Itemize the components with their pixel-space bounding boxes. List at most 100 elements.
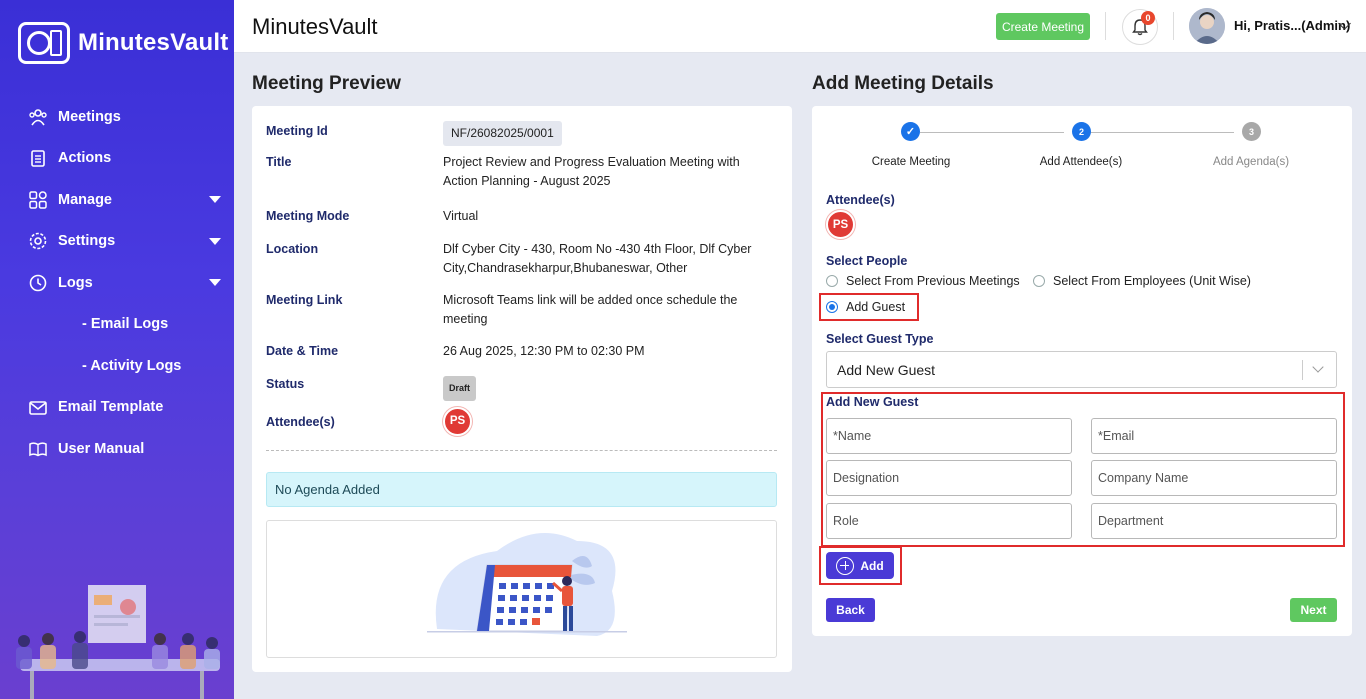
chevron-down-icon xyxy=(209,196,221,203)
guest-type-select[interactable]: Add New Guest xyxy=(826,351,1337,388)
user-name[interactable]: Hi, Pratis...(Admin) xyxy=(1234,18,1350,33)
header-divider xyxy=(1105,12,1106,40)
sidebar-item-email-logs[interactable]: - Email Logs xyxy=(0,304,234,346)
chevron-down-icon xyxy=(209,279,221,286)
book-icon xyxy=(28,439,48,459)
users-icon xyxy=(28,107,48,127)
top-header: MinutesVault Create Meeting 0 Hi, Pratis… xyxy=(234,0,1366,53)
step-connector xyxy=(920,132,1064,133)
notifications-button[interactable]: 0 xyxy=(1122,9,1158,45)
add-new-guest-label: Add New Guest xyxy=(826,395,919,409)
radio-button[interactable] xyxy=(826,275,838,287)
chevron-down-icon xyxy=(209,237,221,245)
app-title: MinutesVault xyxy=(252,14,378,39)
radio-previous-meetings[interactable]: Select From Previous Meetings xyxy=(826,274,1020,288)
sidebar-nav: Meetings Actions Manage Settings Logs - … xyxy=(0,96,234,470)
attendee-avatar[interactable]: PS xyxy=(443,407,472,436)
select-people-label: Select People xyxy=(826,254,908,268)
step-connector xyxy=(1090,132,1234,133)
radio-employees-unit-wise[interactable]: Select From Employees (Unit Wise) xyxy=(1033,274,1251,288)
mail-icon xyxy=(28,397,48,417)
guest-company-input[interactable] xyxy=(1091,460,1337,496)
location-value: Dlf Cyber City - 430, Room No -430 4th F… xyxy=(443,242,752,275)
divider xyxy=(266,450,777,451)
sidebar-item-label: Actions xyxy=(58,150,112,167)
attendee-avatar[interactable]: PS xyxy=(826,210,855,239)
notification-count-badge: 0 xyxy=(1141,11,1155,25)
next-button[interactable]: Next xyxy=(1290,598,1337,622)
title-value: Project Review and Progress Evaluation M… xyxy=(443,155,740,188)
sidebar-item-actions[interactable]: Actions xyxy=(0,138,234,180)
sidebar-item-label: Meetings xyxy=(58,108,121,125)
clipboard-icon xyxy=(28,148,48,168)
meeting-link-value: Microsoft Teams link will be added once … xyxy=(443,293,738,326)
radio-label: Select From Employees (Unit Wise) xyxy=(1053,274,1251,288)
add-meeting-details-title: Add Meeting Details xyxy=(812,73,994,94)
guest-type-label: Select Guest Type xyxy=(826,332,934,346)
select-separator xyxy=(1302,360,1303,380)
location-label: Location xyxy=(266,242,319,256)
no-agenda-alert: No Agenda Added xyxy=(266,472,777,507)
step-1-marker[interactable]: ✓ xyxy=(901,122,920,141)
step-3-marker[interactable]: 3 xyxy=(1242,122,1261,141)
brand-logo-icon xyxy=(18,22,70,64)
sidebar-item-label: Settings xyxy=(58,233,116,250)
step-1-label: Create Meeting xyxy=(871,156,951,168)
chevron-down-icon xyxy=(1312,361,1324,373)
radio-add-guest[interactable]: Add Guest xyxy=(826,300,905,314)
sidebar-item-label: - Activity Logs xyxy=(82,357,182,374)
meeting-illustration xyxy=(0,579,234,699)
sidebar-item-label: Manage xyxy=(58,191,112,208)
attendees-label: Attendee(s) xyxy=(266,415,335,429)
header-divider xyxy=(1173,12,1174,40)
sidebar-item-user-manual[interactable]: User Manual xyxy=(0,428,234,470)
guest-email-input[interactable] xyxy=(1091,418,1337,454)
back-button[interactable]: Back xyxy=(826,598,875,622)
sidebar-item-logs[interactable]: Logs xyxy=(0,262,234,304)
sidebar: MinutesVault Meetings Actions Manage Set… xyxy=(0,0,234,699)
sidebar-item-settings[interactable]: Settings xyxy=(0,221,234,263)
radio-button[interactable] xyxy=(826,301,838,313)
attendee-list: PS xyxy=(826,210,855,239)
history-icon xyxy=(28,273,48,293)
meeting-id-label: Meeting Id xyxy=(266,124,328,138)
radio-button[interactable] xyxy=(1033,275,1045,287)
meeting-mode-label: Meeting Mode xyxy=(266,209,350,223)
guest-type-value: Add New Guest xyxy=(837,362,936,378)
stepper: ✓ 2 3 Create Meeting Add Attendee(s) Add… xyxy=(812,116,1352,176)
add-guest-button[interactable]: Add xyxy=(826,552,894,579)
sidebar-item-label: User Manual xyxy=(58,440,145,457)
sidebar-item-manage[interactable]: Manage xyxy=(0,179,234,221)
meeting-preview-title: Meeting Preview xyxy=(252,73,401,94)
sidebar-item-label: - Email Logs xyxy=(82,316,169,333)
step-2-marker[interactable]: 2 xyxy=(1072,122,1091,141)
meeting-id-chip: NF/26082025/0001 xyxy=(443,121,562,146)
sidebar-item-label: Logs xyxy=(58,274,93,291)
guest-designation-input[interactable] xyxy=(826,460,1072,496)
status-badge: Draft xyxy=(443,376,477,401)
step-3-label: Add Agenda(s) xyxy=(1212,156,1290,168)
sidebar-item-activity-logs[interactable]: - Activity Logs xyxy=(0,345,234,387)
radio-label: Add Guest xyxy=(846,300,906,314)
guest-name-input[interactable] xyxy=(826,418,1072,454)
meeting-preview-card: Meeting Id NF/26082025/0001 Title Projec… xyxy=(252,106,792,672)
brand-name: MinutesVault xyxy=(78,29,229,56)
step-2-label: Add Attendee(s) xyxy=(1039,156,1123,168)
check-icon: ✓ xyxy=(905,126,916,138)
radio-label: Select From Previous Meetings xyxy=(846,274,1020,288)
guest-role-input[interactable] xyxy=(826,503,1072,539)
datetime-value: 26 Aug 2025, 12:30 PM to 02:30 PM xyxy=(443,344,645,358)
sidebar-item-meetings[interactable]: Meetings xyxy=(0,96,234,138)
brand[interactable]: MinutesVault xyxy=(18,22,228,64)
create-meeting-button[interactable]: Create Meeting xyxy=(996,13,1090,40)
sidebar-item-email-template[interactable]: Email Template xyxy=(0,387,234,429)
user-avatar[interactable] xyxy=(1189,8,1225,44)
meeting-mode-value: Virtual xyxy=(443,209,479,223)
title-label: Title xyxy=(266,155,292,169)
sidebar-item-label: Email Template xyxy=(58,399,164,416)
guest-department-input[interactable] xyxy=(1091,503,1337,539)
meeting-link-label: Meeting Link xyxy=(266,293,343,307)
attendees-label: Attendee(s) xyxy=(826,193,895,207)
gear-icon xyxy=(28,231,48,251)
status-label: Status xyxy=(266,377,305,391)
